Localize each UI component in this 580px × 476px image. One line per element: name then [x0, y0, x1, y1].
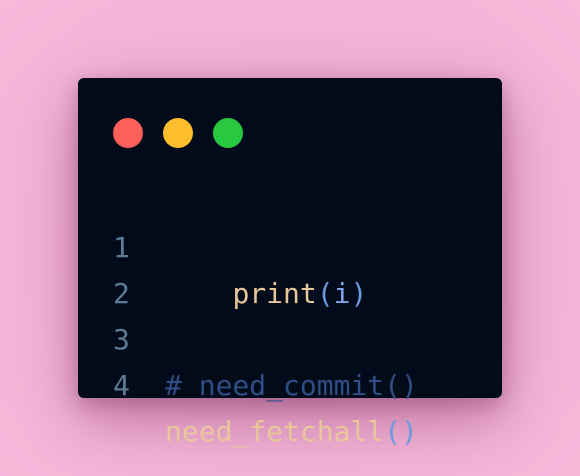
- function-name: need_fetchall: [165, 415, 385, 448]
- code-line-2: 2: [78, 225, 502, 310]
- open-paren: (: [384, 415, 402, 448]
- maximize-dot-icon[interactable]: [213, 118, 243, 148]
- comment: # need_commit(): [165, 369, 418, 402]
- line-content: need_fetchall(): [165, 409, 418, 455]
- code-line-3: 3 # need_commit(): [78, 271, 502, 402]
- close-paren: ): [401, 415, 418, 448]
- close-dot-icon[interactable]: [113, 118, 143, 148]
- code-line-1: 1 print(i): [78, 179, 502, 310]
- window-controls: [113, 118, 243, 148]
- line-number: 4: [113, 369, 130, 402]
- code-line-4: 4 need_fetchall(): [78, 317, 502, 448]
- minimize-dot-icon[interactable]: [163, 118, 193, 148]
- code-block: 1 print(i) 2 3 # need_commit() 4 need_fe…: [78, 179, 502, 448]
- code-window: 1 print(i) 2 3 # need_commit() 4 need_fe…: [78, 78, 502, 448]
